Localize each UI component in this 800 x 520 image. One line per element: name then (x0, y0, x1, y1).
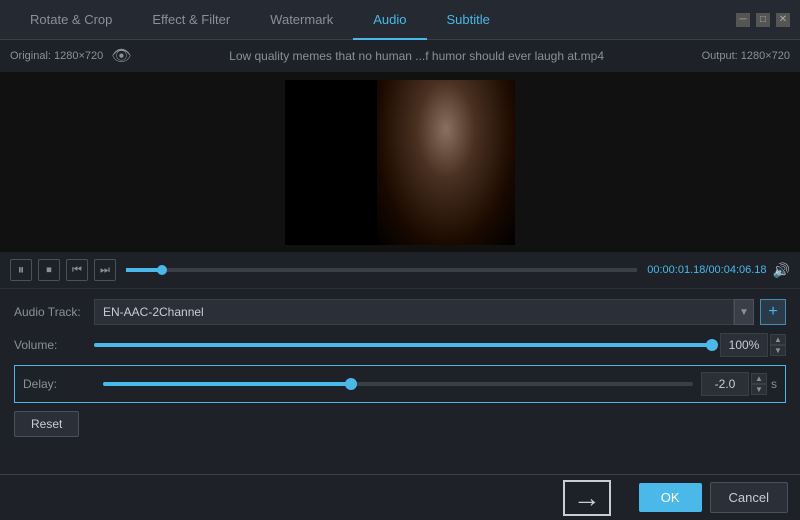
delay-unit-label: s (771, 377, 777, 391)
prev-button[interactable]: ⏮ (66, 259, 88, 281)
delay-slider-thumb[interactable] (345, 378, 357, 390)
window-controls: ─ □ ✕ (736, 13, 790, 27)
tab-bar: Rotate & Crop Effect & Filter Watermark … (0, 0, 800, 40)
reset-button[interactable]: Reset (14, 411, 79, 437)
preview-bar: Original: 1280×720 👁 Low quality memes t… (0, 40, 800, 72)
delay-label: Delay: (23, 377, 103, 391)
track-dropdown-arrow[interactable]: ▼ (734, 299, 754, 325)
delay-slider-fill (103, 382, 351, 386)
next-button[interactable]: ⏭ (94, 259, 116, 281)
volume-slider-container[interactable] (94, 335, 712, 355)
tab-rotate-crop-label: Rotate & Crop (30, 12, 112, 27)
delay-decrement-button[interactable]: ▼ (751, 384, 767, 395)
delay-value-wrap: ▲ ▼ s (701, 372, 777, 396)
volume-slider-fill (94, 343, 712, 347)
video-black-region (285, 80, 377, 245)
minimize-button[interactable]: ─ (736, 13, 750, 27)
delay-slider-container[interactable] (103, 374, 693, 394)
tab-audio-label: Audio (373, 12, 406, 27)
original-resolution-label: Original: 1280×720 (10, 50, 103, 62)
arrow-icon: → (563, 480, 611, 516)
time-display: 00:00:01.18/00:04:06.18 (647, 264, 766, 276)
volume-label: Volume: (14, 338, 94, 352)
tab-audio[interactable]: Audio (353, 0, 426, 40)
stop-button[interactable]: ⏹ (38, 259, 60, 281)
volume-decrement-button[interactable]: ▼ (770, 345, 786, 356)
volume-input[interactable] (720, 333, 768, 357)
volume-spin-buttons: ▲ ▼ (770, 334, 786, 356)
filename-label: Low quality memes that no human ...f hum… (142, 49, 692, 63)
eye-icon[interactable]: 👁 (111, 46, 131, 66)
tab-rotate-crop[interactable]: Rotate & Crop (10, 0, 132, 40)
video-thumbnail (285, 80, 515, 245)
audio-track-label: Audio Track: (14, 305, 94, 319)
audio-track-select[interactable]: EN-AAC-2Channel (94, 299, 734, 325)
volume-slider-thumb[interactable] (706, 339, 718, 351)
audio-track-row: Audio Track: EN-AAC-2Channel ▼ + (14, 299, 786, 325)
ok-button[interactable]: OK (639, 483, 702, 512)
volume-value-wrap: ▲ ▼ (720, 333, 786, 357)
bottom-bar: → OK Cancel (0, 474, 800, 520)
playback-controls: ⏸ ⏹ ⏮ ⏭ 00:00:01.18/00:04:06.18 🔊 (0, 252, 800, 288)
volume-icon[interactable]: 🔊 (773, 262, 790, 279)
delay-slider-track (103, 382, 693, 386)
add-track-button[interactable]: + (760, 299, 786, 325)
track-select-group: EN-AAC-2Channel ▼ (94, 299, 754, 325)
tab-subtitle-label: Subtitle (447, 12, 490, 27)
tab-effect-filter-label: Effect & Filter (152, 12, 230, 27)
audio-panel: Audio Track: EN-AAC-2Channel ▼ + Volume:… (0, 289, 800, 447)
delay-input[interactable] (701, 372, 749, 396)
time-total: 00:04:06.18 (708, 264, 766, 276)
progress-thumb (157, 265, 167, 275)
delay-increment-button[interactable]: ▲ (751, 373, 767, 384)
time-current: 00:00:01.18 (647, 264, 705, 276)
volume-row: Volume: ▲ ▼ (14, 333, 786, 357)
tab-subtitle[interactable]: Subtitle (427, 0, 510, 40)
delay-spin-buttons: ▲ ▼ (751, 373, 767, 395)
volume-increment-button[interactable]: ▲ (770, 334, 786, 345)
cancel-button[interactable]: Cancel (710, 482, 788, 513)
video-preview-area (0, 72, 800, 252)
progress-bar[interactable] (126, 268, 637, 272)
delay-row-container: Delay: ▲ ▼ s (14, 365, 786, 403)
close-button[interactable]: ✕ (776, 13, 790, 27)
video-frame (285, 80, 515, 245)
output-resolution-label: Output: 1280×720 (702, 50, 790, 62)
maximize-button[interactable]: □ (756, 13, 770, 27)
tab-watermark[interactable]: Watermark (250, 0, 353, 40)
pause-button[interactable]: ⏸ (10, 259, 32, 281)
tab-watermark-label: Watermark (270, 12, 333, 27)
volume-slider-track (94, 343, 712, 347)
tab-effect-filter[interactable]: Effect & Filter (132, 0, 250, 40)
video-content-region (377, 80, 515, 245)
